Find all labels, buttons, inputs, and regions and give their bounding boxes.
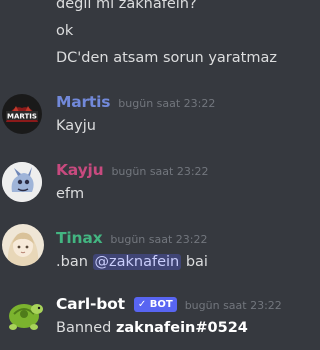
message-header: Kayju bugün saat 23:22 [56,160,209,179]
bot-badge: ✓ BOT [133,297,177,312]
turtle-avatar[interactable] [2,294,46,334]
message-text-suffix: bai [185,254,208,270]
message-text: efm [56,186,85,202]
username[interactable]: Carl-bot [56,295,125,313]
timestamp: bugün saat 23:22 [184,299,282,312]
username[interactable]: Kayju [56,161,104,179]
command-text: .ban [56,254,88,270]
message-text-continued: DC'den atsam sorun yaratmaz [56,50,277,66]
message-text: Banned zaknafein#0524 [56,318,248,338]
chat-messages: değil mi zaknafein? ok DC'den atsam soru… [0,0,302,350]
anime-girl-avatar[interactable] [2,224,44,266]
avatar-logo-text: MARTIS [7,113,37,121]
timestamp: bugün saat 23:22 [111,165,209,178]
username[interactable]: Martis [56,93,110,111]
message-header: Martis bugün saat 23:22 [56,92,215,111]
check-icon: ✓ [137,299,147,310]
message-header: Carl-bot ✓ BOT bugün saat 23:22 [56,294,282,313]
user-mention[interactable]: @zaknafein [92,254,182,270]
timestamp: bugün saat 23:22 [118,97,216,110]
message-header: Tinax bugün saat 23:22 [56,228,208,247]
martis-logo-avatar[interactable]: MARTIS [2,94,42,134]
message-text-continued: ok [56,23,74,39]
banned-user-tag: zaknafein#0524 [115,320,248,336]
message-text: Kayju [56,118,96,134]
dragon-avatar[interactable] [2,162,42,202]
message-text-continued: değil mi zaknafein? [56,0,197,12]
message-text-prefix: Banned [56,320,112,336]
bot-badge-label: BOT [149,299,173,310]
username[interactable]: Tinax [56,229,103,247]
message-text: .ban @zaknafein bai [56,252,208,272]
timestamp: bugün saat 23:22 [110,233,208,246]
